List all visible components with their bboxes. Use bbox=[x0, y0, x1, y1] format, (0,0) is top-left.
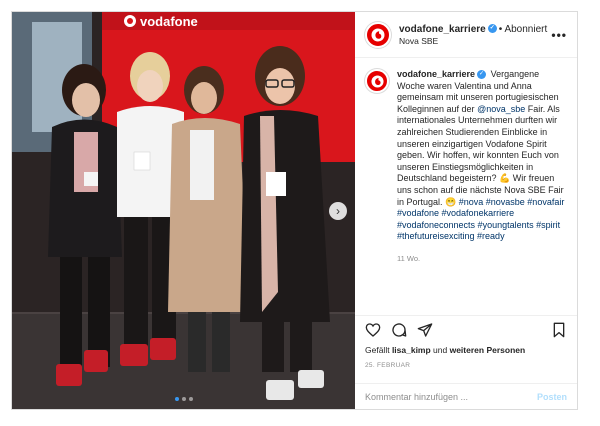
post-comment-button[interactable]: Posten bbox=[537, 392, 567, 402]
caption-username[interactable]: vodafone_karriere bbox=[397, 69, 475, 79]
likes-others-link[interactable]: weiteren Personen bbox=[450, 345, 526, 355]
carousel-dot bbox=[174, 397, 179, 401]
more-options-icon[interactable]: ••• bbox=[551, 28, 567, 42]
vodafone-logo-icon bbox=[371, 28, 385, 41]
share-icon[interactable] bbox=[417, 322, 433, 338]
comment-input[interactable]: Kommentar hinzufügen ... bbox=[365, 392, 537, 402]
location-link[interactable]: Nova SBE bbox=[399, 36, 551, 46]
photo-illustration bbox=[12, 12, 355, 409]
banner-brand-text: vodafone bbox=[140, 14, 198, 29]
mention-link[interactable]: @nova_sbe bbox=[477, 104, 525, 114]
post-sidebar: vodafone_karriere ✓ • Abonniert Nova SBE •… bbox=[355, 12, 577, 409]
avatar[interactable] bbox=[365, 21, 391, 48]
vodafone-logo-icon bbox=[370, 74, 384, 88]
bookmark-icon[interactable] bbox=[551, 322, 567, 338]
verified-icon: ✓ bbox=[487, 24, 497, 34]
liked-by-user[interactable]: lisa_kimp bbox=[392, 345, 431, 355]
post-photo[interactable]: vodafone › bbox=[12, 12, 355, 409]
header-username-line: vodafone_karriere ✓ • Abonniert bbox=[399, 24, 551, 35]
post-date: 25. FEBRUAR bbox=[365, 362, 411, 369]
carousel-dot bbox=[181, 397, 186, 401]
username-link[interactable]: vodafone_karriere bbox=[399, 24, 486, 35]
caption-text: vodafone_karriere ✓ Vergangene Woche ware… bbox=[397, 69, 567, 312]
heart-icon[interactable] bbox=[365, 322, 381, 338]
likes-middle: und bbox=[430, 345, 450, 355]
verified-icon: ✓ bbox=[477, 70, 487, 80]
caption-time-ago: 11 Wo. bbox=[397, 253, 421, 263]
header-text: vodafone_karriere ✓ • Abonniert Nova SBE bbox=[399, 24, 551, 46]
likes-prefix: Gefällt bbox=[365, 345, 392, 355]
comment-bar: Kommentar hinzufügen ... Posten bbox=[355, 383, 577, 409]
post-header: vodafone_karriere ✓ • Abonniert Nova SBE •… bbox=[355, 12, 577, 58]
chevron-right-icon: › bbox=[336, 204, 340, 218]
caption-section: vodafone_karriere ✓ Vergangene Woche ware… bbox=[355, 59, 577, 312]
action-bar bbox=[355, 315, 577, 343]
instagram-post: vodafone › vodafone_karriere ✓ • Abonniert bbox=[11, 11, 578, 410]
follow-status[interactable]: • Abonniert bbox=[499, 24, 548, 35]
avatar[interactable] bbox=[365, 69, 389, 93]
likes-summary: Gefällt lisa_kimp und weiteren Personen bbox=[365, 345, 525, 355]
carousel-dots bbox=[12, 397, 355, 401]
caption-body-2: Fair. Als internationales Unternehmen du… bbox=[397, 103, 564, 207]
comment-icon[interactable] bbox=[391, 322, 407, 338]
next-photo-button[interactable]: › bbox=[329, 202, 347, 220]
carousel-dot bbox=[188, 397, 193, 401]
